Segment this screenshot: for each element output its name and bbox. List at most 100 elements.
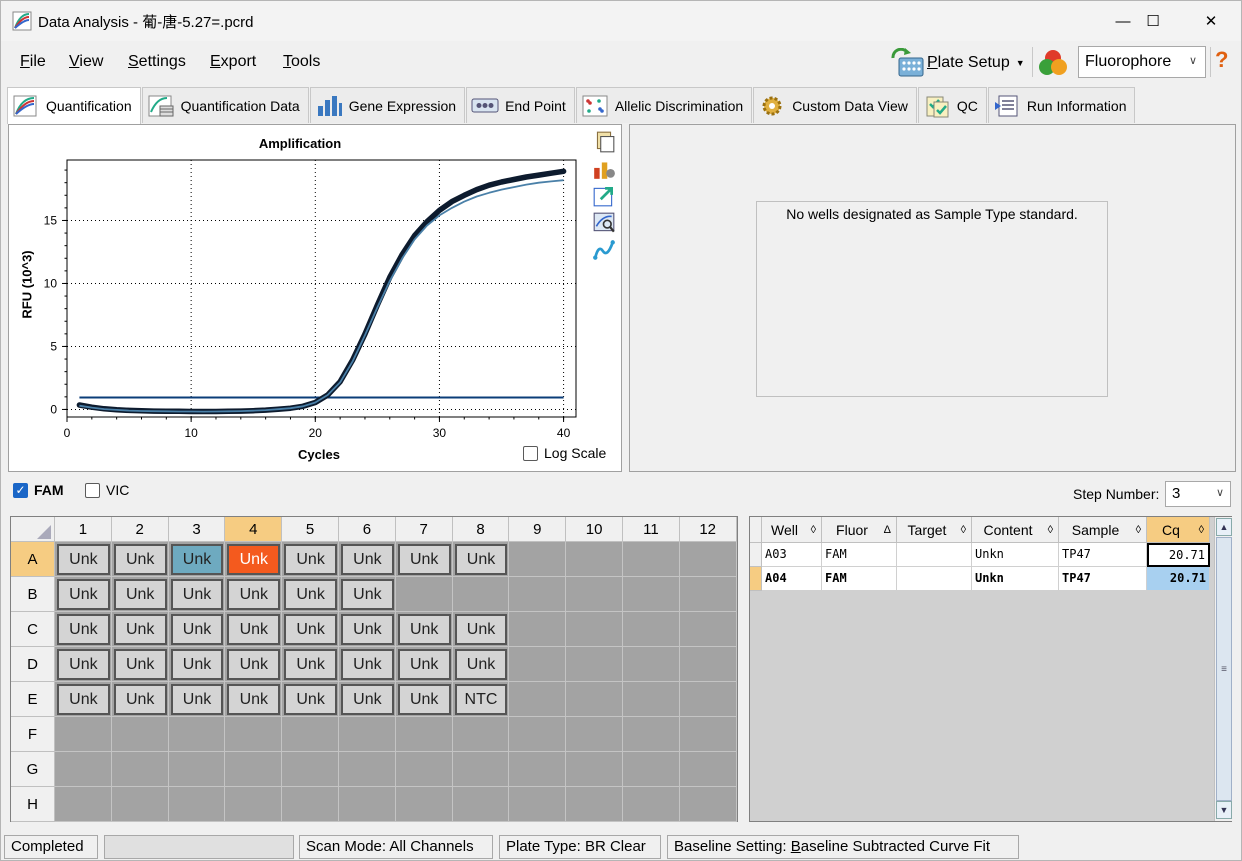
plate-well[interactable]: Unk bbox=[227, 649, 281, 680]
plate-cell[interactable] bbox=[111, 717, 169, 752]
tab-custom-data-view[interactable]: Custom Data View bbox=[753, 87, 917, 123]
plate-well[interactable]: Unk bbox=[170, 684, 224, 715]
plate-cell[interactable] bbox=[623, 612, 680, 647]
tab-end-point[interactable]: End Point bbox=[466, 87, 575, 123]
plate-well[interactable]: Unk bbox=[397, 544, 451, 575]
table-cell[interactable]: Unkn bbox=[972, 567, 1059, 591]
plate-cell[interactable] bbox=[452, 787, 510, 822]
plate-cell[interactable] bbox=[679, 542, 737, 577]
plate-cell[interactable] bbox=[509, 647, 567, 682]
plate-well[interactable]: Unk bbox=[454, 649, 508, 680]
plate-cell[interactable] bbox=[623, 542, 680, 577]
plate-cell[interactable] bbox=[339, 752, 396, 787]
plate-well[interactable]: Unk bbox=[57, 544, 110, 575]
plate-well[interactable]: Unk bbox=[57, 579, 110, 610]
plate-cell[interactable] bbox=[282, 717, 339, 752]
plate-cell[interactable] bbox=[566, 682, 623, 717]
plate-well[interactable]: Unk bbox=[284, 614, 337, 645]
plate-well[interactable]: Unk bbox=[341, 684, 394, 715]
plate-cell[interactable] bbox=[623, 682, 680, 717]
curve-fit-icon[interactable] bbox=[592, 238, 616, 262]
plate-cell[interactable] bbox=[679, 787, 737, 822]
plate-column-header[interactable]: 9 bbox=[509, 517, 567, 542]
table-row-marker[interactable] bbox=[750, 567, 762, 591]
plate-well[interactable]: Unk bbox=[170, 649, 224, 680]
plate-well[interactable]: Unk bbox=[113, 684, 167, 715]
plate-well[interactable]: Unk bbox=[397, 649, 451, 680]
plate-cell[interactable] bbox=[509, 612, 567, 647]
plate-row-header[interactable]: G bbox=[11, 752, 55, 787]
table-column-header[interactable]: Sample ◊ bbox=[1059, 517, 1147, 543]
plate-well[interactable]: Unk bbox=[284, 579, 337, 610]
plate-cell[interactable] bbox=[395, 577, 453, 612]
plate-well[interactable]: Unk bbox=[170, 544, 224, 575]
table-cell[interactable]: TP47 bbox=[1059, 543, 1147, 567]
plate-well[interactable]: Unk bbox=[113, 579, 167, 610]
plate-well[interactable]: Unk bbox=[170, 579, 224, 610]
plate-cell[interactable] bbox=[679, 647, 737, 682]
plate-well[interactable]: Unk bbox=[113, 544, 167, 575]
step-number-select[interactable]: 3 ∨ bbox=[1165, 481, 1231, 507]
table-column-header[interactable]: Well ◊ bbox=[762, 517, 822, 543]
plate-well[interactable]: Unk bbox=[397, 684, 451, 715]
tab-quantification[interactable]: Quantification bbox=[7, 87, 141, 124]
plate-well[interactable]: Unk bbox=[341, 544, 394, 575]
vic-checkbox[interactable] bbox=[85, 482, 100, 498]
tab-qc[interactable]: QC bbox=[917, 87, 987, 123]
table-cell[interactable] bbox=[897, 567, 972, 591]
plate-cell[interactable] bbox=[168, 752, 226, 787]
plate-corner[interactable] bbox=[11, 517, 55, 542]
plate-well[interactable]: Unk bbox=[284, 649, 337, 680]
plate-cell[interactable] bbox=[509, 577, 567, 612]
help-icon[interactable]: ? bbox=[1215, 47, 1228, 73]
plate-cell[interactable] bbox=[168, 787, 226, 822]
maximize-button[interactable]: ☐ bbox=[1130, 1, 1176, 41]
scroll-up-icon[interactable]: ▲ bbox=[1216, 518, 1232, 536]
plate-cell[interactable] bbox=[395, 787, 453, 822]
table-row-marker[interactable] bbox=[750, 543, 762, 567]
plate-column-header[interactable]: 6 bbox=[339, 517, 396, 542]
table-column-header[interactable]: Content ◊ bbox=[972, 517, 1059, 543]
plate-cell[interactable] bbox=[566, 787, 623, 822]
plate-cell[interactable] bbox=[566, 752, 623, 787]
plate-column-header[interactable]: 4 bbox=[225, 517, 283, 542]
plate-row-header[interactable]: H bbox=[11, 787, 55, 822]
plate-cell[interactable] bbox=[623, 717, 680, 752]
menu-tools[interactable]: Tools bbox=[283, 53, 320, 71]
fam-toggle[interactable]: ✓ FAM bbox=[13, 482, 64, 498]
table-cell[interactable] bbox=[897, 543, 972, 567]
plate-row-header[interactable]: B bbox=[11, 577, 55, 612]
close-button[interactable]: ✕ bbox=[1188, 1, 1234, 41]
plate-cell[interactable] bbox=[566, 612, 623, 647]
plate-setup-button[interactable]: Plate Setup ▼ bbox=[891, 47, 1025, 79]
plate-cell[interactable] bbox=[282, 787, 339, 822]
plate-cell[interactable] bbox=[395, 752, 453, 787]
table-cell[interactable]: A04 bbox=[762, 567, 822, 591]
plate-cell[interactable] bbox=[225, 717, 283, 752]
table-cell[interactable]: A03 bbox=[762, 543, 822, 567]
plate-well[interactable]: Unk bbox=[341, 614, 394, 645]
plate-cell[interactable] bbox=[55, 787, 112, 822]
plate-cell[interactable] bbox=[623, 787, 680, 822]
plate-well[interactable]: Unk bbox=[227, 579, 281, 610]
plate-cell[interactable] bbox=[509, 752, 567, 787]
menu-settings[interactable]: Settings bbox=[128, 53, 186, 71]
plate-well[interactable]: Unk bbox=[454, 544, 508, 575]
plate-well[interactable]: Unk bbox=[454, 614, 508, 645]
plate-well[interactable]: Unk bbox=[113, 614, 167, 645]
plate-well[interactable]: Unk bbox=[227, 544, 281, 575]
tab-run-information[interactable]: Run Information bbox=[987, 87, 1136, 123]
log-scale-toggle[interactable]: Log Scale bbox=[523, 445, 606, 461]
plate-row-header[interactable]: F bbox=[11, 717, 55, 752]
vic-toggle[interactable]: VIC bbox=[85, 482, 129, 498]
plate-well[interactable]: Unk bbox=[227, 614, 281, 645]
plate-well[interactable]: Unk bbox=[341, 649, 394, 680]
tab-gene-expression[interactable]: Gene Expression bbox=[309, 87, 466, 123]
tab-quantification-data[interactable]: Quantification Data bbox=[141, 87, 309, 123]
menu-file[interactable]: File bbox=[20, 53, 46, 71]
fluorophore-colors-icon[interactable] bbox=[1037, 48, 1069, 78]
table-scrollbar[interactable]: ▲ ≡ ▼ bbox=[1214, 517, 1232, 821]
log-scale-checkbox[interactable] bbox=[523, 445, 538, 461]
fam-checkbox[interactable]: ✓ bbox=[13, 482, 28, 498]
plate-column-header[interactable]: 5 bbox=[282, 517, 339, 542]
